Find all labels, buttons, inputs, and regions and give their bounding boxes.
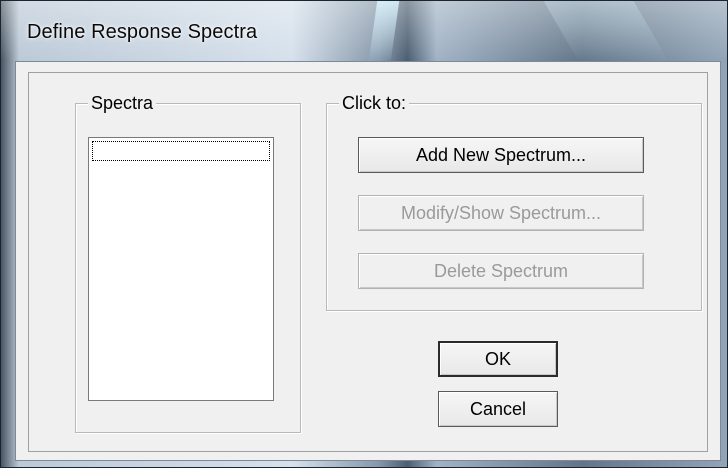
actions-group-label: Click to: bbox=[339, 92, 410, 114]
spectra-listbox[interactable] bbox=[88, 137, 274, 401]
list-item[interactable] bbox=[92, 141, 270, 161]
dialog-client-area: Spectra Click to: Add New Spectrum... Mo… bbox=[15, 61, 721, 461]
dialog-inner-panel: Spectra Click to: Add New Spectrum... Mo… bbox=[28, 72, 708, 452]
spectra-group-label: Spectra bbox=[88, 92, 157, 114]
delete-spectrum-button[interactable]: Delete Spectrum bbox=[358, 253, 644, 289]
modify-show-spectrum-button[interactable]: Modify/Show Spectrum... bbox=[358, 195, 644, 231]
dialog-window: Define Response Spectra Spectra Click to… bbox=[0, 0, 728, 468]
title-bar-glint bbox=[368, 1, 400, 61]
add-new-spectrum-button[interactable]: Add New Spectrum... bbox=[358, 137, 644, 173]
title-bar-glint-secondary bbox=[543, 1, 669, 61]
ok-button[interactable]: OK bbox=[438, 341, 558, 377]
window-title: Define Response Spectra bbox=[27, 21, 258, 43]
cancel-button[interactable]: Cancel bbox=[438, 391, 558, 427]
